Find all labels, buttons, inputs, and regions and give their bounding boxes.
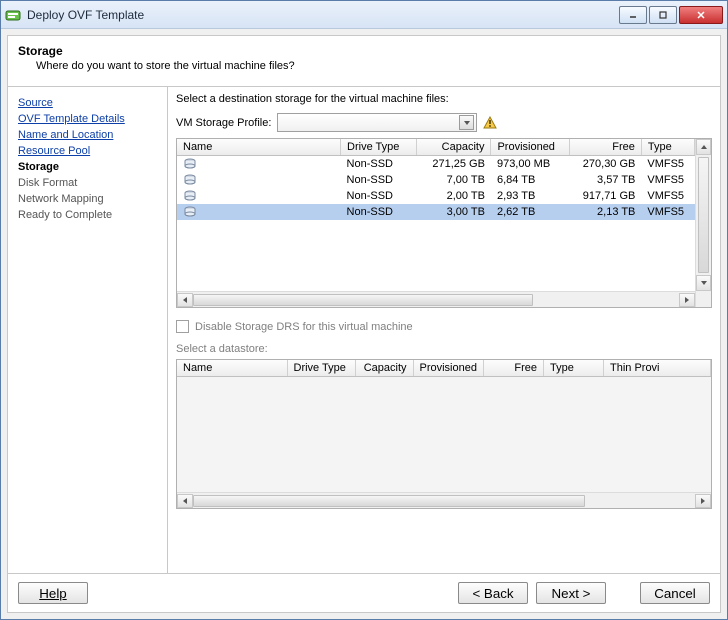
datastore-hscroll[interactable] — [177, 492, 711, 508]
step-network-mapping: Network Mapping — [18, 191, 163, 207]
col-name[interactable]: Name — [177, 139, 341, 156]
cell-capacity: 7,00 TB — [417, 172, 491, 188]
content-area: Storage Where do you want to store the v… — [1, 29, 727, 619]
disable-drs-checkbox[interactable] — [176, 320, 189, 333]
datastore-icon — [183, 174, 197, 186]
cell-provisioned: 2,93 TB — [491, 188, 569, 204]
cell-provisioned: 2,62 TB — [491, 204, 569, 220]
cell-type: VMFS5 — [641, 188, 694, 204]
table-row[interactable]: Non-SSD2,00 TB2,93 TB917,71 GBVMFS5 — [177, 188, 695, 204]
chevron-down-icon[interactable] — [459, 115, 474, 130]
ds-col-provisioned[interactable]: Provisioned — [413, 360, 483, 377]
step-storage: Storage — [18, 159, 163, 175]
cell-capacity: 271,25 GB — [417, 156, 491, 173]
maximize-button[interactable] — [649, 6, 677, 24]
cell-type: VMFS5 — [641, 172, 694, 188]
step-source[interactable]: Source — [18, 95, 163, 111]
wizard-footer: Help < Back Next > Cancel — [8, 573, 720, 612]
col-provisioned[interactable]: Provisioned — [491, 139, 569, 156]
app-icon — [5, 7, 21, 23]
step-ovf-details[interactable]: OVF Template Details — [18, 111, 163, 127]
main-pane: Select a destination storage for the vir… — [168, 87, 720, 573]
cell-type: VMFS5 — [641, 156, 694, 173]
ds-col-thin[interactable]: Thin Provi — [603, 360, 710, 377]
select-datastore-label: Select a datastore: — [176, 343, 712, 355]
storage-prompt: Select a destination storage for the vir… — [176, 93, 712, 105]
wizard-panel: Storage Where do you want to store the v… — [7, 35, 721, 613]
window-title: Deploy OVF Template — [27, 8, 619, 22]
cell-free: 2,13 TB — [569, 204, 641, 220]
cell-drive-type: Non-SSD — [341, 188, 417, 204]
cell-type: VMFS5 — [641, 204, 694, 220]
cell-drive-type: Non-SSD — [341, 204, 417, 220]
step-ready: Ready to Complete — [18, 207, 163, 223]
cell-free: 917,71 GB — [569, 188, 641, 204]
ds-col-name[interactable]: Name — [177, 360, 287, 377]
storage-table-header: Name Drive Type Capacity Provisioned Fre… — [177, 139, 695, 156]
vm-storage-profile-row: VM Storage Profile: — [176, 113, 712, 132]
scroll-left-icon[interactable] — [177, 293, 193, 307]
col-capacity[interactable]: Capacity — [417, 139, 491, 156]
titlebar[interactable]: Deploy OVF Template — [1, 1, 727, 29]
step-resource-pool[interactable]: Resource Pool — [18, 143, 163, 159]
step-disk-format: Disk Format — [18, 175, 163, 191]
table-row[interactable]: Non-SSD3,00 TB2,62 TB2,13 TBVMFS5 — [177, 204, 695, 220]
window-frame: Deploy OVF Template Storage Where do you… — [0, 0, 728, 620]
step-name-location[interactable]: Name and Location — [18, 127, 163, 143]
wizard-steps: Source OVF Template Details Name and Loc… — [8, 87, 168, 573]
help-button[interactable]: Help — [18, 582, 88, 604]
wizard-body: Source OVF Template Details Name and Loc… — [8, 87, 720, 573]
ds-col-type[interactable]: Type — [543, 360, 603, 377]
page-title: Storage — [18, 44, 710, 58]
ds-col-drive-type[interactable]: Drive Type — [287, 360, 355, 377]
col-drive-type[interactable]: Drive Type — [341, 139, 417, 156]
disable-drs-row: Disable Storage DRS for this virtual mac… — [176, 320, 712, 333]
cell-free: 3,57 TB — [569, 172, 641, 188]
wizard-header: Storage Where do you want to store the v… — [8, 36, 720, 87]
cell-drive-type: Non-SSD — [341, 172, 417, 188]
cell-provisioned: 6,84 TB — [491, 172, 569, 188]
datastore-empty-grid — [177, 377, 711, 492]
disable-drs-label: Disable Storage DRS for this virtual mac… — [195, 321, 413, 333]
vm-storage-profile-select[interactable] — [277, 113, 477, 132]
ds-col-capacity[interactable]: Capacity — [355, 360, 413, 377]
vm-storage-profile-label: VM Storage Profile: — [176, 117, 271, 129]
storage-table-container: Name Drive Type Capacity Provisioned Fre… — [176, 138, 712, 308]
cell-capacity: 2,00 TB — [417, 188, 491, 204]
scroll-down-icon[interactable] — [696, 275, 711, 291]
cell-provisioned: 973,00 MB — [491, 156, 569, 173]
table-row[interactable]: Non-SSD7,00 TB6,84 TB3,57 TBVMFS5 — [177, 172, 695, 188]
col-type[interactable]: Type — [641, 139, 694, 156]
storage-vscroll[interactable] — [695, 139, 711, 307]
scroll-up-icon[interactable] — [696, 139, 711, 155]
ds-col-free[interactable]: Free — [483, 360, 543, 377]
table-row[interactable]: Non-SSD271,25 GB973,00 MB270,30 GBVMFS5 — [177, 156, 695, 173]
back-button[interactable]: < Back — [458, 582, 528, 604]
scroll-right-icon[interactable] — [695, 494, 711, 508]
storage-hscroll[interactable] — [177, 291, 695, 307]
cell-free: 270,30 GB — [569, 156, 641, 173]
close-button[interactable] — [679, 6, 723, 24]
scroll-left-icon[interactable] — [177, 494, 193, 508]
storage-table: Name Drive Type Capacity Provisioned Fre… — [177, 139, 695, 307]
datastore-icon — [183, 206, 197, 218]
next-button[interactable]: Next > — [536, 582, 606, 604]
cancel-button[interactable]: Cancel — [640, 582, 710, 604]
scroll-right-icon[interactable] — [679, 293, 695, 307]
col-free[interactable]: Free — [569, 139, 641, 156]
datastore-icon — [183, 190, 197, 202]
cell-drive-type: Non-SSD — [341, 156, 417, 173]
window-controls — [619, 6, 723, 24]
page-subtitle: Where do you want to store the virtual m… — [36, 60, 710, 72]
datastore-table-header: Name Drive Type Capacity Provisioned Fre… — [177, 360, 711, 377]
datastore-table-container: Name Drive Type Capacity Provisioned Fre… — [176, 359, 712, 509]
cell-capacity: 3,00 TB — [417, 204, 491, 220]
warning-icon — [483, 116, 497, 130]
minimize-button[interactable] — [619, 6, 647, 24]
datastore-icon — [183, 158, 197, 170]
